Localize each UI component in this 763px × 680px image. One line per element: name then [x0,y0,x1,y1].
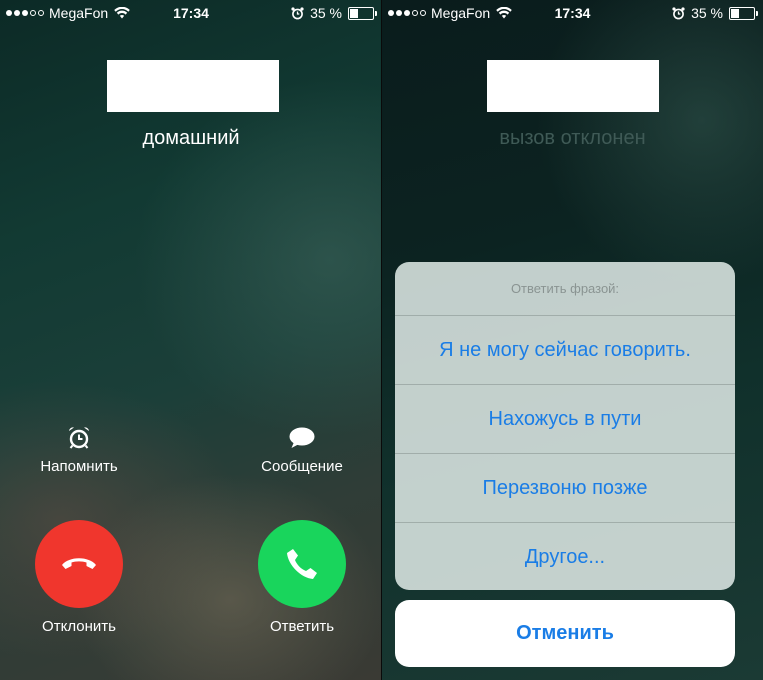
message-button[interactable]: Сообщение [227,424,377,475]
incoming-call-screen: MegaFon 17:34 35 % домашний Напомнить Со… [0,0,382,680]
battery-fill [731,8,740,18]
decline-label: Отклонить [42,618,116,635]
remind-label: Напомнить [40,458,118,475]
speech-bubble-icon [289,427,315,448]
reply-sheet-screen: MegaFon 17:34 35 % вызов отклонен Ответи… [382,0,763,680]
cancel-button[interactable]: Отменить [395,600,735,667]
battery-fill [350,8,359,18]
call-declined-label: вызов отклонен [499,127,646,149]
reply-option-call-later[interactable]: Перезвоню позже [395,454,735,523]
reply-option-custom[interactable]: Другое... [395,523,735,590]
accept-label: Ответить [269,618,335,635]
remind-button[interactable]: Напомнить [4,424,154,475]
status-right: 35 % [291,5,377,21]
message-icon-wrap [227,424,377,452]
battery-percent: 35 % [310,5,342,21]
status-bar: MegaFon 17:34 35 % [0,0,382,26]
reply-action-sheet: Ответить фразой: Я не могу сейчас говори… [395,262,735,590]
screens-container: MegaFon 17:34 35 % домашний Напомнить Со… [0,0,763,680]
battery-icon [348,6,377,20]
caller-label: домашний [142,127,240,149]
reply-option-on-my-way[interactable]: Нахожусь в пути [395,385,735,454]
accept-call-button[interactable] [258,520,346,608]
battery-percent: 35 % [691,5,723,21]
status-right: 35 % [672,5,758,21]
caller-name-redacted [107,60,279,112]
decline-call-button[interactable] [35,520,123,608]
phone-icon [287,549,317,579]
battery-icon [729,6,758,20]
remind-icon-wrap [4,424,154,452]
sheet-title: Ответить фразой: [395,262,735,316]
alarm-status-icon [291,6,304,19]
alarm-status-icon [672,6,685,19]
message-label: Сообщение [261,458,343,475]
caller-name-redacted [487,60,659,112]
status-bar: MegaFon 17:34 35 % [382,0,763,26]
alarm-clock-icon [69,427,89,449]
phone-hangup-icon [62,558,96,569]
reply-option-cant-talk[interactable]: Я не могу сейчас говорить. [395,316,735,385]
